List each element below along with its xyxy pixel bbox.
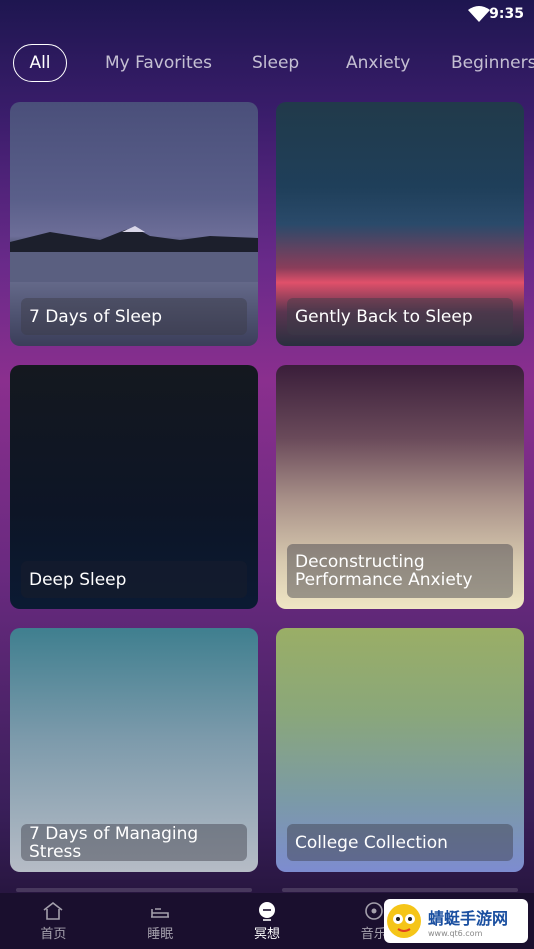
- disc-icon: [364, 901, 383, 920]
- next-row-card: [282, 888, 518, 892]
- nav-meditation-label: 冥想: [253, 926, 280, 942]
- tab-my-favorites[interactable]: My Favorites: [105, 44, 212, 82]
- wifi-icon: [468, 6, 490, 22]
- nav-home[interactable]: 首页: [0, 893, 107, 949]
- tab-anxiety[interactable]: Anxiety: [346, 44, 410, 82]
- card-deep-sleep[interactable]: Deep Sleep: [10, 365, 258, 609]
- card-title: Gently Back to Sleep: [287, 298, 513, 335]
- bed-icon: [151, 907, 170, 918]
- card-title: 7 Days of Sleep: [21, 298, 247, 335]
- watermark-url: www.qt6.com: [428, 928, 483, 938]
- card-deconstructing-performance-anxiety[interactable]: Deconstructing Performance Anxiety: [276, 365, 524, 609]
- next-row-card: [16, 888, 252, 892]
- card-college-collection[interactable]: College Collection: [276, 628, 524, 872]
- card-7-days-of-managing-stress[interactable]: 7 Days of Managing Stress: [10, 628, 258, 872]
- nav-sleep[interactable]: 睡眠: [107, 893, 214, 949]
- category-tabs: All My Favorites Sleep Anxiety Beginners: [0, 44, 534, 84]
- card-title: College Collection: [287, 824, 513, 861]
- status-time: 9:35: [489, 6, 524, 22]
- home-icon: [43, 901, 63, 920]
- nav-music-label: 音乐: [360, 926, 387, 942]
- nav-home-label: 首页: [40, 926, 67, 942]
- status-bar: 9:35: [0, 0, 534, 30]
- tab-beginners[interactable]: Beginners: [451, 44, 534, 82]
- card-title: Deep Sleep: [21, 561, 247, 598]
- card-7-days-of-sleep[interactable]: 7 Days of Sleep: [10, 102, 258, 346]
- nav-sleep-label: 睡眠: [147, 926, 174, 942]
- tab-all[interactable]: All: [13, 44, 67, 82]
- card-title: 7 Days of Managing Stress: [21, 824, 247, 861]
- watermark-title: 蜻蜓手游网: [428, 908, 509, 928]
- meditation-icon: [258, 901, 275, 921]
- card-title: Deconstructing Performance Anxiety: [287, 544, 513, 598]
- nav-meditation[interactable]: 冥想: [214, 893, 321, 949]
- dragonfly-logo-icon: [387, 904, 421, 938]
- card-gently-back-to-sleep[interactable]: Gently Back to Sleep: [276, 102, 524, 346]
- tab-sleep[interactable]: Sleep: [252, 44, 299, 82]
- mountain-image: [10, 226, 258, 282]
- watermark-logo: 蜻蜓手游网 www.qt6.com: [384, 899, 528, 943]
